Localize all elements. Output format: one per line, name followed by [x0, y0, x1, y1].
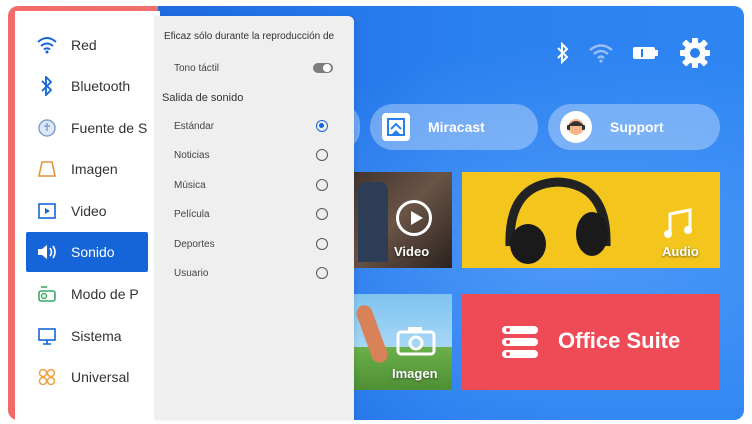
sidebar-item-bluetooth[interactable]: Bluetooth [26, 66, 148, 106]
miracast-icon [382, 113, 410, 141]
sidebar-item-imagen[interactable]: Imagen [26, 149, 148, 189]
sidebar-item-sistema[interactable]: Sistema [26, 316, 148, 356]
status-bar [556, 36, 712, 70]
audio-tile[interactable]: Audio [462, 172, 720, 268]
office-suite-tile[interactable]: Office Suite [462, 294, 720, 390]
video-tile[interactable]: Video [338, 172, 452, 268]
panel-header: Eficaz sólo durante la reproducción de [164, 31, 335, 42]
bluetooth-icon[interactable] [556, 42, 570, 64]
music-note-icon [664, 208, 692, 238]
projection-mode-icon [36, 283, 58, 305]
video-icon [36, 200, 58, 222]
bluetooth-icon [36, 75, 58, 97]
sidebar-item-modo[interactable]: Modo de P [26, 274, 148, 314]
touch-tone-label: Tono táctil [174, 63, 220, 74]
radio-noticias[interactable] [316, 149, 328, 161]
miracast-button[interactable]: Miracast [370, 104, 538, 150]
radio-pelicula[interactable] [316, 208, 328, 220]
list-icon [502, 326, 538, 358]
headphones-icon [505, 177, 611, 264]
option-label-musica: Música [174, 180, 206, 191]
office-suite-label: Office Suite [558, 328, 681, 353]
sidebar-item-video[interactable]: Video [26, 191, 148, 231]
radio-musica[interactable] [316, 179, 328, 191]
battery-icon [632, 44, 660, 62]
speaker-icon [36, 241, 58, 263]
radio-deportes[interactable] [316, 238, 328, 250]
option-label-estandar: Estándar [174, 121, 215, 132]
sidebar-item-sonido[interactable]: Sonido [26, 232, 148, 272]
image-tile-label: Imagen [392, 366, 438, 381]
touch-tone-toggle[interactable] [313, 63, 333, 73]
support-button[interactable]: Support [548, 104, 720, 150]
radio-estandar[interactable] [316, 120, 328, 132]
universal-icon [36, 366, 58, 388]
input-source-icon [36, 117, 58, 139]
settings-sidebar: Red Bluetooth Fuente de S Imagen Video S… [15, 11, 160, 420]
sound-settings-panel: Eficaz sólo durante la reproducción de T… [154, 16, 354, 420]
option-label-usuario: Usuario [174, 268, 209, 279]
miracast-label: Miracast [428, 119, 485, 135]
image-tile[interactable]: Imagen [338, 294, 452, 390]
option-label-pelicula: Película [174, 209, 210, 220]
camera-icon [396, 327, 436, 356]
option-label-noticias: Noticias [174, 150, 210, 161]
option-label-deportes: Deportes [174, 239, 215, 250]
sound-output-heading: Salida de sonido [162, 92, 244, 104]
support-icon [560, 111, 592, 143]
wifi-icon [36, 34, 58, 56]
sidebar-item-fuente[interactable]: Fuente de S [26, 108, 148, 148]
monitor-icon [36, 325, 58, 347]
radio-usuario[interactable] [316, 267, 328, 279]
sidebar-item-universal[interactable]: Universal [26, 357, 148, 397]
gear-icon[interactable] [678, 36, 712, 70]
image-icon [36, 158, 58, 180]
wifi-icon[interactable] [588, 43, 614, 63]
play-icon [396, 200, 432, 236]
support-label: Support [610, 119, 664, 135]
video-tile-label: Video [394, 244, 430, 259]
audio-tile-label: Audio [662, 244, 699, 259]
sidebar-item-red[interactable]: Red [26, 25, 148, 65]
